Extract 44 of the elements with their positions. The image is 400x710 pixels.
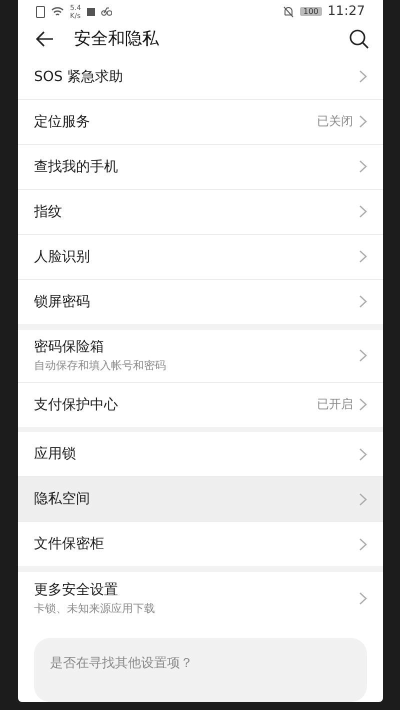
row-label: 查找我的手机	[34, 158, 119, 176]
row-label: 隐私空间	[34, 490, 91, 508]
chevron-icon	[359, 398, 367, 411]
battery-level: 100	[300, 7, 322, 16]
chevron-icon	[359, 538, 367, 551]
row-subtitle: 自动保存和填入帐号和密码	[34, 358, 167, 373]
settings-row[interactable]: 指纹	[18, 190, 383, 235]
chevron-icon	[359, 250, 367, 264]
settings-row[interactable]: 查找我的手机	[18, 144, 383, 190]
page-title: 安全和隐私	[74, 28, 160, 50]
chevron-icon	[359, 115, 367, 128]
sim-icon	[36, 6, 45, 18]
search-icon[interactable]	[349, 28, 369, 49]
back-arrow-icon[interactable]	[36, 30, 54, 47]
row-label: 锁屏密码	[34, 292, 91, 311]
row-value: 已关闭	[317, 113, 353, 130]
chevron-icon	[359, 205, 367, 218]
settings-row[interactable]: 人脸识别	[18, 234, 383, 280]
row-label: 人脸识别	[34, 248, 91, 266]
row-label: 应用锁	[34, 445, 77, 464]
row-label: 密码保险箱	[34, 338, 105, 356]
row-subtitle: 卡锁、未知来源应用下载	[34, 600, 156, 616]
row-label: SOS 紧急求助	[34, 68, 124, 86]
chevron-icon	[359, 492, 367, 506]
chevron-icon	[359, 349, 367, 362]
bicycle-icon	[101, 7, 112, 16]
square-icon	[87, 8, 96, 16]
row-label: 更多安全设置	[34, 580, 119, 599]
wifi-icon	[51, 6, 64, 18]
row-label: 定位服务	[34, 112, 91, 131]
bell-muted-icon	[283, 6, 294, 18]
chevron-icon	[359, 160, 367, 174]
row-value: 已开启	[317, 396, 353, 413]
chevron-icon	[359, 295, 367, 308]
row-label: 指纹	[34, 202, 63, 221]
row-label: 文件保密柜	[34, 535, 105, 554]
chevron-icon	[359, 592, 367, 605]
settings-row[interactable]: 定位服务 已关闭	[18, 100, 383, 145]
row-label: 支付保护中心	[34, 396, 119, 414]
chevron-icon	[359, 448, 367, 461]
clock-time: 11:27	[328, 4, 365, 20]
chevron-icon	[359, 70, 367, 84]
card-question: 是否在寻找其他设置项？	[50, 656, 193, 672]
settings-row[interactable]: 隐私空间	[18, 477, 383, 522]
